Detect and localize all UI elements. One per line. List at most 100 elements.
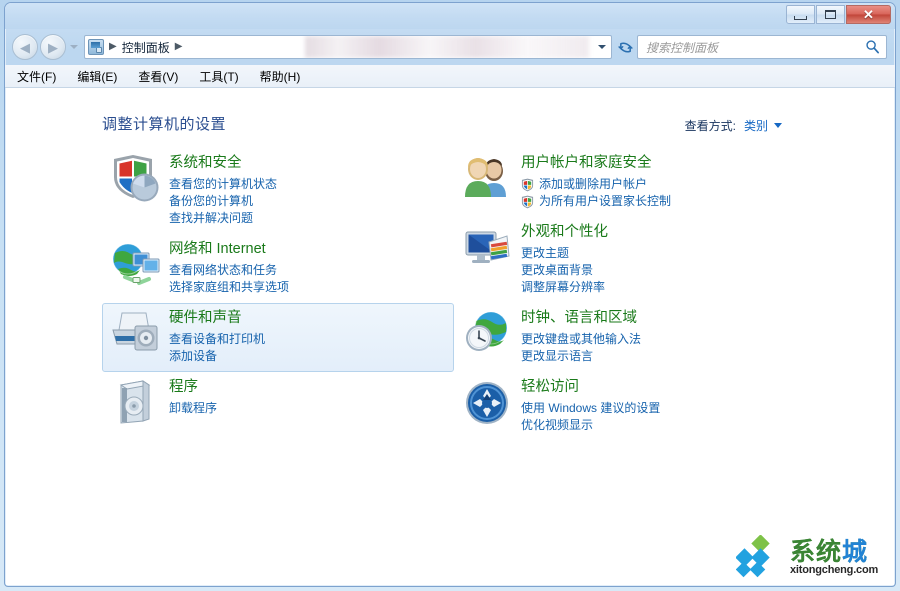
category-link-label: 卸载程序	[169, 401, 218, 415]
category-2[interactable]: 网络和 Internet 查看网络状态和任务 选择家庭组和共享选项	[102, 234, 462, 303]
category-link-label: 更改显示语言	[521, 349, 594, 363]
xitongcheng-logo-icon	[736, 535, 770, 578]
back-button[interactable]: ◀	[12, 34, 38, 60]
category-text: 程序 卸载程序	[169, 377, 217, 429]
search-icon	[866, 40, 879, 54]
watermark-cn-suffix: 城	[842, 536, 869, 566]
globe-network-icon	[109, 239, 163, 291]
category-link[interactable]: 查看设备和打印机	[169, 331, 265, 348]
category-link-label: 调整屏幕分辨率	[521, 280, 606, 294]
menu-help[interactable]: 帮助(H)	[260, 68, 301, 85]
category-title[interactable]: 程序	[169, 378, 217, 397]
category-3[interactable]: 时钟、语言和区域 更改键盘或其他输入法 更改显示语言	[454, 303, 814, 372]
category-link-label: 更改桌面背景	[521, 263, 594, 277]
ease-of-access-icon	[466, 382, 508, 424]
category-1[interactable]: 用户帐户和家庭安全 添加或删除用户帐户 为所有用户设置家长控制	[454, 148, 814, 217]
category-link[interactable]: 添加或删除用户帐户	[521, 176, 671, 193]
globe-network-icon	[112, 243, 160, 285]
category-title[interactable]: 网络和 Internet	[169, 240, 289, 259]
category-link[interactable]: 调整屏幕分辨率	[521, 279, 608, 296]
address-bar[interactable]: ▶ 控制面板 ▶	[84, 35, 612, 59]
category-link-label: 选择家庭组和共享选项	[169, 280, 290, 294]
programs-box-icon	[119, 380, 151, 424]
uac-shield-icon	[521, 178, 534, 191]
menu-bar: 文件(F) 编辑(E) 查看(V) 工具(T) 帮助(H)	[5, 65, 895, 88]
redacted-address-region	[305, 36, 589, 58]
category-2[interactable]: 外观和个性化更改主题更改桌面背景 调整屏幕分辨率	[454, 217, 814, 303]
category-1[interactable]: 系统和安全查看您的计算机状态 备份您的计算机 查找并解决问题	[102, 148, 462, 234]
menu-tools[interactable]: 工具(T)	[199, 68, 238, 85]
category-3-hovered[interactable]: 硬件和声音查看设备和打印机 添加设备	[102, 303, 454, 372]
close-button[interactable]: ✕	[846, 5, 891, 24]
category-link-label: 添加设备	[169, 349, 218, 363]
shield-disk-icon	[114, 155, 159, 202]
category-link[interactable]: 查找并解决问题	[169, 210, 277, 227]
users-icon	[465, 158, 506, 197]
category-link-label: 查找并解决问题	[169, 211, 254, 225]
category-title[interactable]: 硬件和声音	[169, 309, 265, 328]
search-input[interactable]: 搜索控制面板	[646, 39, 718, 56]
category-title[interactable]: 时钟、语言和区域	[521, 309, 641, 328]
category-link[interactable]: 查看您的计算机状态	[169, 176, 277, 193]
maximize-button[interactable]	[816, 5, 845, 24]
category-text: 硬件和声音查看设备和打印机 添加设备	[169, 308, 265, 365]
category-link-label: 优化视频显示	[521, 418, 594, 432]
category-link-label: 查看您的计算机状态	[169, 177, 278, 191]
category-title[interactable]: 系统和安全	[169, 154, 277, 173]
category-link[interactable]: 备份您的计算机	[169, 193, 277, 210]
category-4[interactable]: 轻松访问使用 Windows 建议的设置 优化视频显示	[454, 372, 814, 441]
category-link-label: 查看网络状态和任务	[169, 263, 278, 277]
category-link[interactable]: 优化视频显示	[521, 417, 660, 434]
category-link[interactable]: 更改桌面背景	[521, 262, 608, 279]
menu-file[interactable]: 文件(F)	[17, 68, 56, 85]
category-text: 轻松访问使用 Windows 建议的设置 优化视频显示	[521, 377, 660, 434]
address-dropdown-icon[interactable]	[598, 45, 606, 49]
refresh-icon	[617, 41, 633, 53]
content-area: 调整计算机的设置 查看方式: 类别 系统和安全 查看您的计算机状态 备份您的计算机查…	[6, 88, 894, 585]
view-by-control[interactable]: 查看方式: 类别	[685, 117, 782, 134]
refresh-button[interactable]	[614, 36, 636, 58]
chevron-down-icon[interactable]	[774, 123, 782, 128]
menu-view[interactable]: 查看(V)	[138, 68, 178, 85]
category-4[interactable]: 程序 卸载程序	[102, 372, 462, 436]
minimize-button[interactable]	[786, 5, 815, 24]
category-link-label: 备份您的计算机	[169, 194, 254, 208]
printer-icon	[112, 312, 158, 351]
category-text: 系统和安全查看您的计算机状态 备份您的计算机 查找并解决问题	[169, 153, 277, 227]
category-link-label: 添加或删除用户帐户	[539, 177, 648, 191]
category-link[interactable]: 选择家庭组和共享选项	[169, 279, 289, 296]
forward-button[interactable]: ▶	[40, 34, 66, 60]
category-column-right: 用户帐户和家庭安全 添加或删除用户帐户 为所有用户设置家长控制 外观和个性化 更改	[454, 148, 814, 441]
minimize-icon	[794, 15, 807, 20]
breadcrumb-control-panel[interactable]: 控制面板	[122, 39, 170, 56]
category-link[interactable]: 为所有用户设置家长控制	[521, 193, 671, 210]
watermark-cn: 系统城	[790, 539, 878, 564]
view-by-value[interactable]: 类别	[744, 117, 768, 134]
category-title[interactable]: 轻松访问	[521, 378, 660, 397]
close-icon: ✕	[863, 7, 874, 22]
category-text: 外观和个性化更改主题更改桌面背景 调整屏幕分辨率	[521, 222, 608, 296]
category-link[interactable]: 更改主题	[521, 245, 608, 262]
category-title[interactable]: 用户帐户和家庭安全	[521, 154, 671, 173]
category-link[interactable]: 使用 Windows 建议的设置	[521, 400, 660, 417]
search-box[interactable]: 搜索控制面板	[637, 35, 887, 59]
menu-edit[interactable]: 编辑(E)	[77, 68, 117, 85]
watermark: 系统城 xitongcheng.com	[734, 531, 892, 583]
appearance-monitor-icon	[465, 231, 510, 263]
category-text: 网络和 Internet 查看网络状态和任务 选择家庭组和共享选项	[169, 239, 289, 296]
category-link[interactable]: 更改键盘或其他输入法	[521, 331, 641, 348]
appearance-monitor-icon	[461, 222, 515, 274]
title-bar[interactable]: ✕	[5, 3, 895, 29]
recent-pages-chevron-icon[interactable]	[70, 45, 78, 49]
category-link[interactable]: 添加设备	[169, 348, 265, 365]
category-column-left: 系统和安全查看您的计算机状态 备份您的计算机 查找并解决问题 网络和 Interne…	[102, 148, 462, 436]
category-link[interactable]: 卸载程序	[169, 400, 217, 417]
category-link-label: 使用 Windows 建议的设置	[521, 401, 661, 415]
category-title[interactable]: 外观和个性化	[521, 223, 608, 242]
navigation-bar: ◀ ▶ ▶ 控制面板 ▶ 搜索控制面板	[5, 29, 895, 65]
category-link[interactable]: 更改显示语言	[521, 348, 641, 365]
printer-icon	[109, 308, 163, 360]
category-link-label: 更改主题	[521, 246, 570, 260]
category-link[interactable]: 查看网络状态和任务	[169, 262, 289, 279]
breadcrumb-separator-icon[interactable]: ▶	[175, 42, 183, 52]
